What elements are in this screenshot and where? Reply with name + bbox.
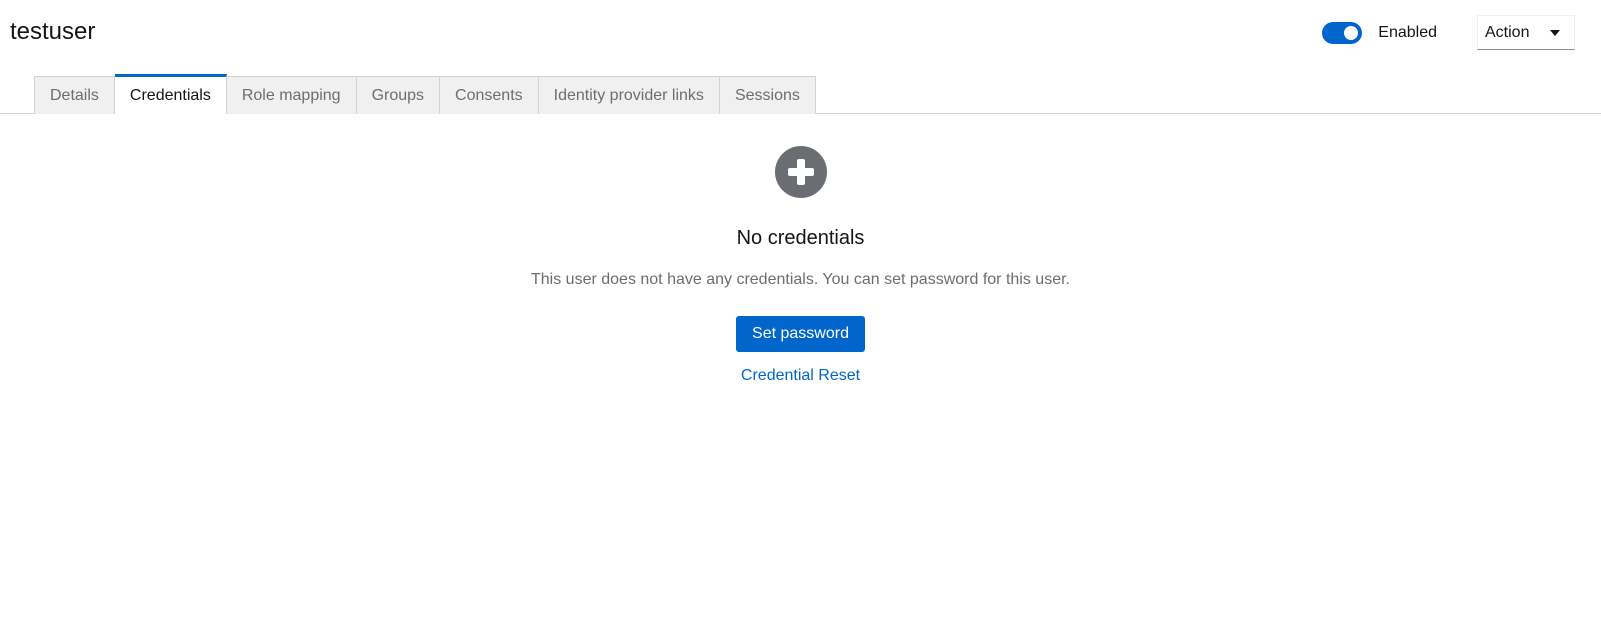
set-password-button[interactable]: Set password: [736, 316, 865, 352]
caret-down-icon: [1550, 29, 1560, 36]
tab-bar: Details Credentials Role mapping Groups …: [34, 74, 816, 114]
plus-circle-icon: [775, 146, 827, 198]
action-dropdown[interactable]: Action: [1477, 15, 1575, 50]
action-dropdown-label: Action: [1485, 23, 1530, 41]
tab-identity-provider-links[interactable]: Identity provider links: [538, 76, 720, 114]
header-controls: Enabled Action: [1322, 15, 1575, 50]
page-title: testuser: [10, 18, 96, 45]
tab-credentials[interactable]: Credentials: [114, 74, 227, 114]
empty-state: No credentials This user does not have a…: [0, 146, 1601, 386]
tab-consents[interactable]: Consents: [440, 76, 539, 114]
tab-role-mapping[interactable]: Role mapping: [226, 76, 357, 114]
tab-details[interactable]: Details: [34, 76, 115, 114]
toggle-knob: [1344, 25, 1359, 40]
user-credentials-page: testuser Enabled Action Details Credenti…: [0, 0, 1601, 630]
credential-reset-link[interactable]: Credential Reset: [735, 366, 866, 386]
enabled-label: Enabled: [1378, 23, 1437, 41]
tab-sessions[interactable]: Sessions: [719, 76, 816, 114]
tab-groups[interactable]: Groups: [356, 76, 441, 114]
empty-state-title: No credentials: [736, 227, 865, 249]
enabled-toggle[interactable]: [1322, 21, 1363, 44]
empty-state-body: This user does not have any credentials.…: [531, 271, 1070, 288]
